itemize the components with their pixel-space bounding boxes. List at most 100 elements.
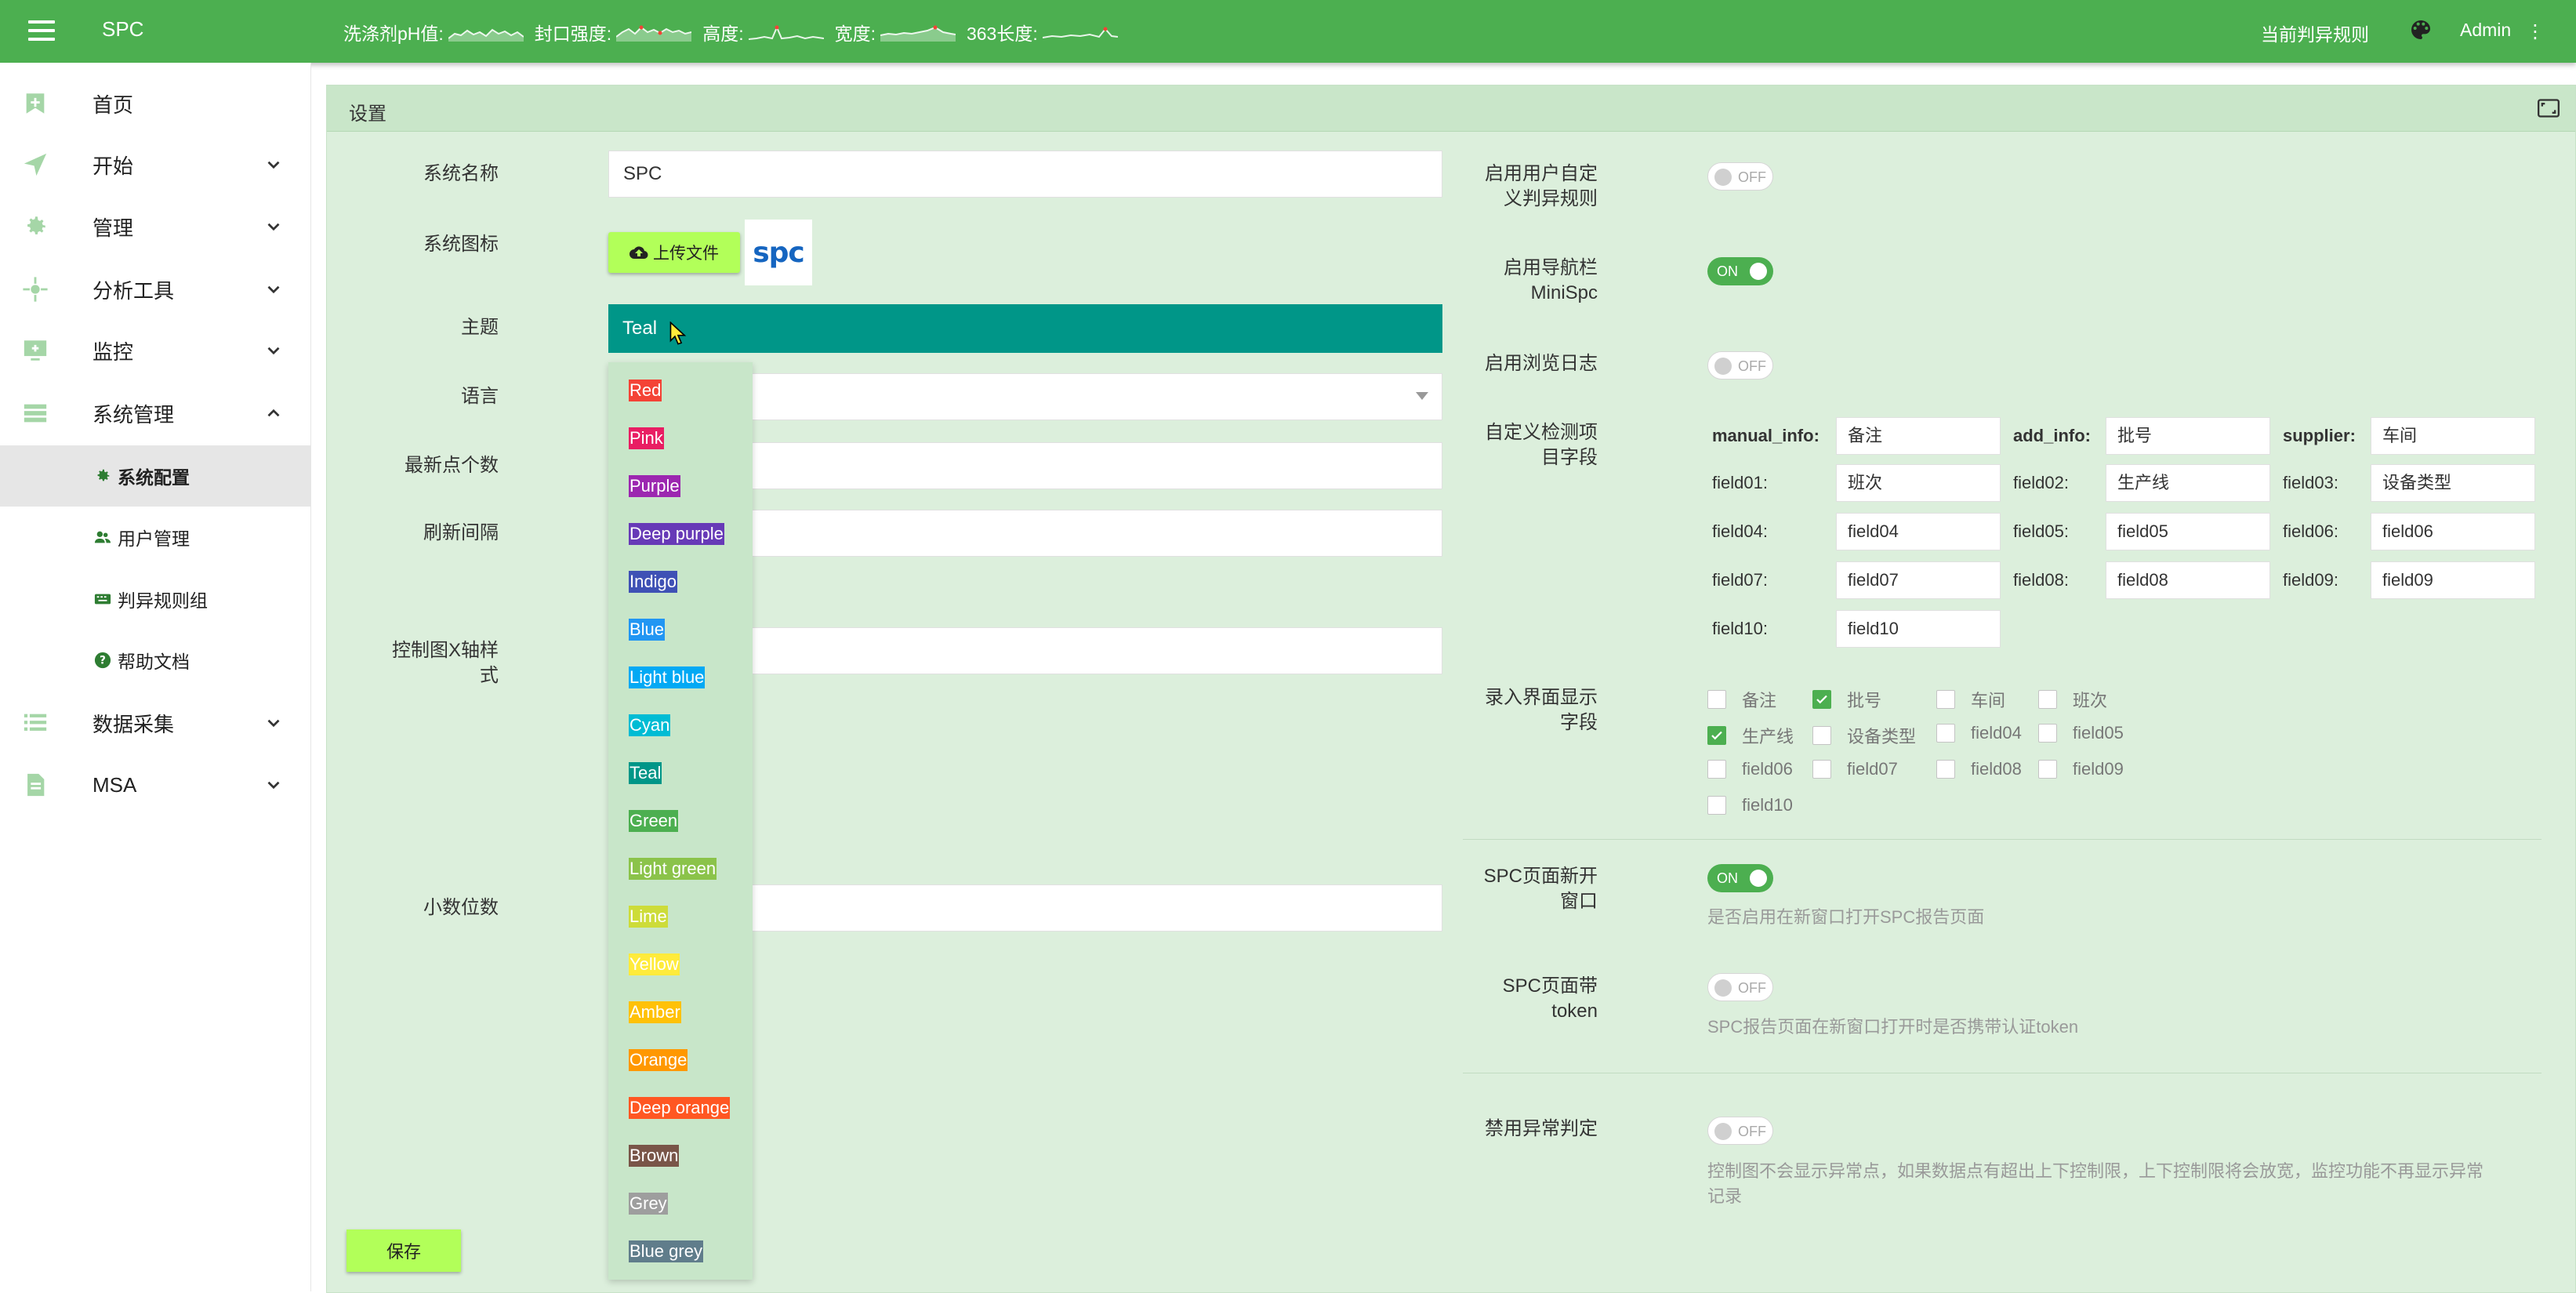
display-field-checkbox[interactable]: field04: [1936, 723, 2022, 743]
theme-option[interactable]: Red: [629, 380, 662, 401]
display-field-checkbox[interactable]: 班次: [2038, 687, 2107, 712]
theme-option[interactable]: Yellow: [629, 953, 680, 975]
field-value-input[interactable]: field05: [2106, 513, 2270, 550]
field-value-input[interactable]: field10: [1836, 610, 2001, 648]
field-value-input[interactable]: 设备类型: [2371, 464, 2535, 502]
nav-bar-label-line1: 启用导航栏: [1504, 257, 1598, 278]
theme-option[interactable]: Brown: [629, 1145, 680, 1167]
sidebar-item-system[interactable]: 系统管理: [0, 383, 310, 444]
new-window-label: SPC页面新开 窗口: [1458, 864, 1598, 914]
theme-option[interactable]: Indigo: [629, 571, 677, 593]
metric-seal-strength[interactable]: 封口强度:: [535, 19, 692, 45]
custom-rule-label: 启用用户自定 义判异规则: [1458, 162, 1598, 212]
display-field-checkbox[interactable]: 生产线: [1707, 723, 1794, 748]
field-value-input[interactable]: 车间: [2371, 417, 2535, 455]
display-field-checkbox[interactable]: field09: [2038, 759, 2124, 779]
sidebar-item-msa[interactable]: MSA: [0, 754, 310, 815]
display-field-checkbox[interactable]: 车间: [1936, 687, 2005, 712]
metric-length-363[interactable]: 363长度:: [967, 19, 1118, 45]
theme-option[interactable]: Grey: [629, 1193, 668, 1215]
sidebar-subitem-system-config[interactable]: 系统配置: [0, 445, 310, 507]
field-value-input[interactable]: field04: [1836, 513, 2001, 550]
field-value-input[interactable]: 批号: [2106, 417, 2270, 455]
system-name-input[interactable]: SPC: [608, 151, 1442, 198]
new-window-hint: 是否启用在新窗口打开SPC报告页面: [1707, 907, 1985, 927]
display-field-checkbox[interactable]: field08: [1936, 759, 2022, 779]
field-value-input[interactable]: field06: [2371, 513, 2535, 550]
toggle-knob: [1714, 169, 1732, 186]
custom-rule-toggle[interactable]: OFF: [1707, 162, 1773, 191]
field-value-input[interactable]: 班次: [1836, 464, 2001, 502]
sidebar-item-monitor[interactable]: 监控: [0, 320, 310, 381]
sidebar-item-label: 管理: [93, 216, 134, 240]
sidebar-item-analysis[interactable]: 分析工具: [0, 259, 310, 320]
theme-option[interactable]: Cyan: [629, 714, 671, 736]
sidebar-item-manage[interactable]: 管理: [0, 196, 310, 257]
checkbox-empty-icon: [1707, 690, 1726, 709]
checkbox-label: 班次: [2073, 691, 2108, 710]
nav-bar-toggle[interactable]: ON: [1707, 257, 1773, 285]
browse-log-toggle[interactable]: OFF: [1707, 351, 1773, 380]
display-field-checkbox[interactable]: 备注: [1707, 687, 1776, 712]
theme-option[interactable]: Purple: [629, 475, 680, 497]
theme-option[interactable]: Green: [629, 810, 679, 832]
toggle-state: ON: [1717, 263, 1738, 279]
field-value-input[interactable]: 备注: [1836, 417, 2001, 455]
current-rule-link[interactable]: 当前判异规则: [2261, 20, 2369, 46]
field-value-input[interactable]: field08: [2106, 561, 2270, 599]
display-field-checkbox[interactable]: field06: [1707, 759, 1793, 779]
theme-option[interactable]: Lime: [629, 906, 668, 928]
user-menu[interactable]: Admin: [2460, 20, 2511, 41]
field-value-input[interactable]: field09: [2371, 561, 2535, 599]
upload-file-button[interactable]: 上传文件: [608, 232, 740, 273]
display-field-checkbox[interactable]: 批号: [1812, 687, 1881, 712]
divider: [1463, 839, 2542, 840]
sidebar-subitem-rule-groups[interactable]: 判异规则组: [0, 568, 310, 630]
theme-option[interactable]: Deep orange: [629, 1097, 731, 1119]
latest-points-label: 最新点个数: [405, 455, 499, 476]
panel-title: 设置: [349, 104, 386, 125]
custom-fields-label: 自定义检测项 目字段: [1458, 420, 1598, 470]
theme-option[interactable]: Blue grey: [629, 1240, 703, 1262]
save-button[interactable]: 保存: [346, 1229, 461, 1272]
toggle-state: ON: [1717, 870, 1738, 886]
metric-width[interactable]: 宽度:: [835, 19, 956, 45]
field-value-input[interactable]: 生产线: [2106, 464, 2270, 502]
display-field-checkbox[interactable]: field05: [2038, 723, 2124, 743]
theme-select[interactable]: Teal: [608, 304, 1442, 353]
menu-icon[interactable]: [28, 20, 55, 42]
dropdown-arrow-icon: [1416, 392, 1428, 400]
more-vert-icon[interactable]: ⋮: [2526, 20, 2545, 43]
sidebar-item-label: 数据采集: [93, 712, 175, 736]
token-toggle[interactable]: OFF: [1707, 973, 1773, 1001]
theme-option[interactable]: Amber: [629, 1001, 681, 1023]
theme-option[interactable]: Teal: [629, 762, 662, 784]
theme-option[interactable]: Light blue: [629, 666, 706, 688]
field-key-label: supplier:: [2283, 426, 2356, 445]
help-icon: ?: [94, 652, 111, 669]
display-field-checkbox[interactable]: 设备类型: [1812, 723, 1916, 748]
sidebar-item-start[interactable]: 开始: [0, 134, 310, 195]
metric-ph[interactable]: 洗涤剂pH值:: [343, 19, 524, 45]
theme-option[interactable]: Orange: [629, 1049, 688, 1071]
disable-judge-toggle[interactable]: OFF: [1707, 1117, 1773, 1145]
sidebar-item-home[interactable]: 首页: [0, 73, 310, 134]
theme-option[interactable]: Blue: [629, 619, 666, 641]
checkbox-empty-icon: [1936, 724, 1955, 743]
checkbox-empty-icon: [1936, 690, 1955, 709]
theme-option[interactable]: Light green: [629, 858, 717, 880]
display-field-checkbox[interactable]: field10: [1707, 795, 1793, 815]
display-field-checkbox[interactable]: field07: [1812, 759, 1898, 779]
new-window-toggle[interactable]: ON: [1707, 864, 1773, 892]
metric-height[interactable]: 高度:: [702, 19, 824, 45]
sidebar-subitem-help[interactable]: ? 帮助文档: [0, 630, 310, 691]
display-fields-label-line1: 录入界面显示: [1485, 687, 1598, 708]
theme-option[interactable]: Deep purple: [629, 523, 724, 545]
theme-option[interactable]: Pink: [629, 427, 664, 449]
field-value-input[interactable]: field07: [1836, 561, 2001, 599]
browse-log-label: 启用浏览日志: [1485, 353, 1598, 374]
sidebar-subitem-users[interactable]: 用户管理: [0, 507, 310, 568]
sidebar-item-data-collection[interactable]: 数据采集: [0, 692, 310, 754]
palette-icon[interactable]: [2408, 17, 2433, 42]
fullscreen-icon[interactable]: [2538, 98, 2560, 118]
